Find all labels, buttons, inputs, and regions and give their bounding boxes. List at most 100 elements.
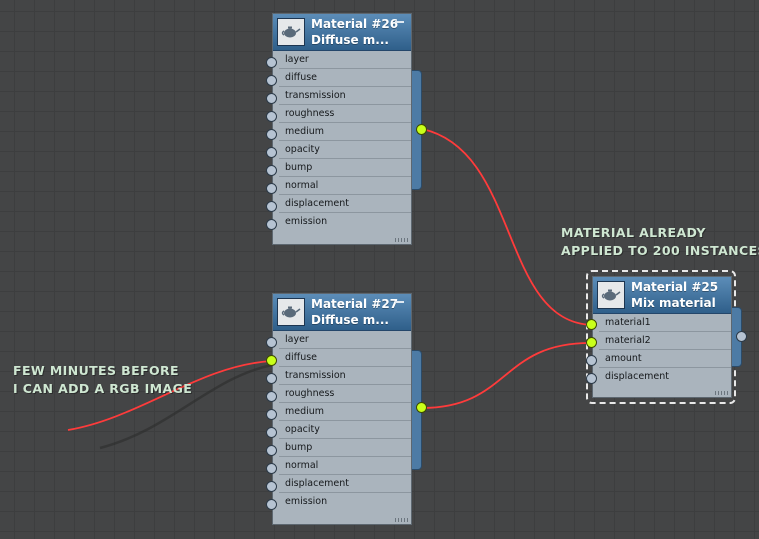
teapot-icon xyxy=(277,298,305,326)
port-roughness[interactable] xyxy=(266,391,277,402)
input-displacement[interactable]: displacement xyxy=(279,195,411,213)
port-displacement[interactable] xyxy=(266,481,277,492)
node-material-25[interactable]: Material #25 Mix material material1 mate… xyxy=(586,276,747,398)
annotation-line: FEW MINUTES BEFORE xyxy=(13,363,179,378)
node-header[interactable]: Material #27 Diffuse m... xyxy=(273,294,411,331)
input-label: displacement xyxy=(285,478,350,489)
node-header[interactable]: Material #25 Mix material xyxy=(593,277,731,314)
input-label: normal xyxy=(285,460,319,471)
port-transmission[interactable] xyxy=(266,373,277,384)
input-label: bump xyxy=(285,442,313,453)
annotation-rgb-image: FEW MINUTES BEFORE I CAN ADD A RGB IMAGE xyxy=(13,362,192,398)
input-label: opacity xyxy=(285,424,320,435)
port-material1[interactable] xyxy=(586,319,597,330)
output-port[interactable] xyxy=(416,124,427,135)
port-opacity[interactable] xyxy=(266,427,277,438)
input-list: material1 material2 amount displacement xyxy=(593,314,731,386)
input-medium[interactable]: medium xyxy=(279,403,411,421)
port-bump[interactable] xyxy=(266,165,277,176)
wire-material27-to-material2[interactable] xyxy=(421,342,593,409)
resize-handle[interactable] xyxy=(395,238,409,242)
input-label: transmission xyxy=(285,370,346,381)
port-bump[interactable] xyxy=(266,445,277,456)
output-port[interactable] xyxy=(736,331,747,342)
input-list: layer diffuse transmission roughness med… xyxy=(273,331,411,511)
minimize-icon[interactable] xyxy=(395,301,404,303)
input-label: material1 xyxy=(605,317,651,328)
node-title-text: Material #27 xyxy=(311,297,399,311)
input-emission[interactable]: emission xyxy=(279,493,411,511)
port-layer[interactable] xyxy=(266,337,277,348)
input-transmission[interactable]: transmission xyxy=(279,367,411,385)
port-displacement[interactable] xyxy=(586,373,597,384)
port-opacity[interactable] xyxy=(266,147,277,158)
node-title: Material #27 Diffuse m... xyxy=(311,296,398,328)
input-label: displacement xyxy=(285,198,350,209)
input-bump[interactable]: bump xyxy=(279,439,411,457)
input-displacement[interactable]: displacement xyxy=(599,368,731,386)
input-layer[interactable]: layer xyxy=(279,331,411,349)
input-bump[interactable]: bump xyxy=(279,159,411,177)
annotation-material-applied: MATERIAL ALREADY APPLIED TO 200 INSTANCE… xyxy=(561,224,759,260)
input-label: emission xyxy=(285,496,328,507)
input-diffuse[interactable]: diffuse xyxy=(279,69,411,87)
output-port[interactable] xyxy=(416,402,427,413)
port-medium[interactable] xyxy=(266,129,277,140)
input-emission[interactable]: emission xyxy=(279,213,411,231)
input-label: medium xyxy=(285,406,325,417)
port-amount[interactable] xyxy=(586,355,597,366)
node-material-26[interactable]: Material #26 Diffuse m... layer diffuse … xyxy=(266,13,427,245)
input-displacement[interactable]: displacement xyxy=(279,475,411,493)
input-roughness[interactable]: roughness xyxy=(279,385,411,403)
input-label: material2 xyxy=(605,335,651,346)
port-displacement[interactable] xyxy=(266,201,277,212)
resize-handle[interactable] xyxy=(395,518,409,522)
annotation-line: MATERIAL ALREADY xyxy=(561,225,706,240)
node-body[interactable]: Material #26 Diffuse m... layer diffuse … xyxy=(272,13,412,245)
input-label: bump xyxy=(285,162,313,173)
input-amount[interactable]: amount xyxy=(599,350,731,368)
port-normal[interactable] xyxy=(266,183,277,194)
input-label: amount xyxy=(605,353,642,364)
input-opacity[interactable]: opacity xyxy=(279,421,411,439)
node-title-text: Material #26 xyxy=(311,17,399,31)
node-subtitle-text: Diffuse m... xyxy=(311,313,389,327)
input-roughness[interactable]: roughness xyxy=(279,105,411,123)
port-layer[interactable] xyxy=(266,57,277,68)
input-material1[interactable]: material1 xyxy=(599,314,731,332)
teapot-icon xyxy=(597,281,625,309)
node-title-text: Material #25 xyxy=(631,280,719,294)
minimize-icon[interactable] xyxy=(395,21,404,23)
input-label: normal xyxy=(285,180,319,191)
input-label: layer xyxy=(285,54,309,65)
annotation-line: I CAN ADD A RGB IMAGE xyxy=(13,381,193,396)
port-transmission[interactable] xyxy=(266,93,277,104)
input-transmission[interactable]: transmission xyxy=(279,87,411,105)
port-roughness[interactable] xyxy=(266,111,277,122)
node-header[interactable]: Material #26 Diffuse m... xyxy=(273,14,411,51)
input-normal[interactable]: normal xyxy=(279,177,411,195)
input-label: diffuse xyxy=(285,72,318,83)
input-opacity[interactable]: opacity xyxy=(279,141,411,159)
port-medium[interactable] xyxy=(266,409,277,420)
port-emission[interactable] xyxy=(266,499,277,510)
input-label: emission xyxy=(285,216,328,227)
port-material2[interactable] xyxy=(586,337,597,348)
node-material-27[interactable]: Material #27 Diffuse m... layer diffuse … xyxy=(266,293,427,525)
input-normal[interactable]: normal xyxy=(279,457,411,475)
node-body[interactable]: Material #25 Mix material material1 mate… xyxy=(592,276,732,398)
input-label: diffuse xyxy=(285,352,318,363)
port-normal[interactable] xyxy=(266,463,277,474)
input-diffuse[interactable]: diffuse xyxy=(279,349,411,367)
input-label: layer xyxy=(285,334,309,345)
input-layer[interactable]: layer xyxy=(279,51,411,69)
annotation-line: APPLIED TO 200 INSTANCES xyxy=(561,243,759,258)
node-body[interactable]: Material #27 Diffuse m... layer diffuse … xyxy=(272,293,412,525)
input-medium[interactable]: medium xyxy=(279,123,411,141)
node-title: Material #26 Diffuse m... xyxy=(311,16,398,48)
input-material2[interactable]: material2 xyxy=(599,332,731,350)
port-diffuse[interactable] xyxy=(266,75,277,86)
port-diffuse[interactable] xyxy=(266,355,277,366)
port-emission[interactable] xyxy=(266,219,277,230)
resize-handle[interactable] xyxy=(715,391,729,395)
